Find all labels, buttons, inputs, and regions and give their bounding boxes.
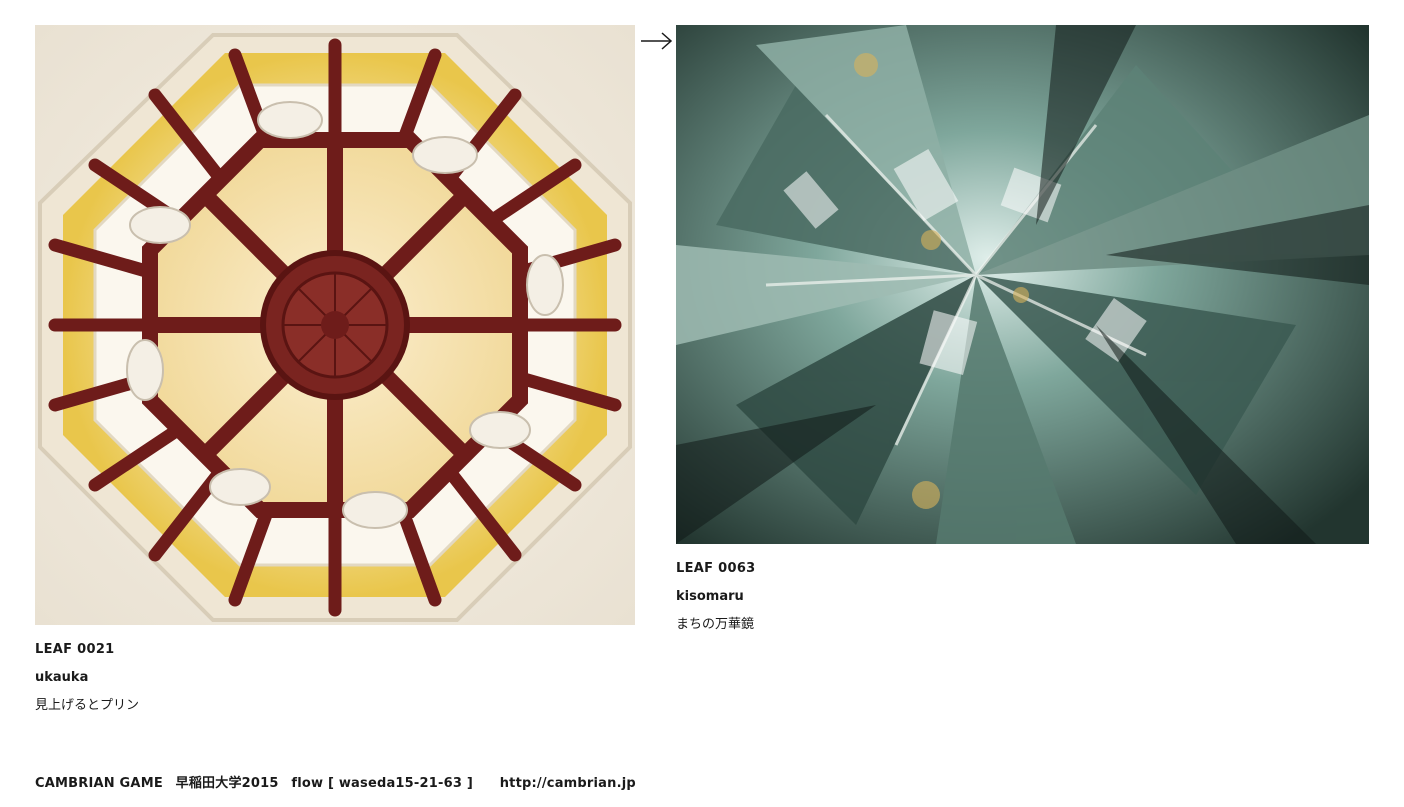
page: LEAF 0021 ukauka 見上げるとプリン LEAF 0063 kiso…: [0, 0, 1404, 807]
footer-url-link[interactable]: http://cambrian.jp: [500, 776, 636, 791]
leaf-card-0021: LEAF 0021 ukauka 見上げるとプリン: [35, 25, 635, 720]
leaf-meta: LEAF 0063 kisomaru まちの万華鏡: [676, 555, 1369, 639]
leaf-author[interactable]: kisomaru: [676, 583, 1369, 611]
leaf-meta: LEAF 0021 ukauka 見上げるとプリン: [35, 636, 635, 720]
footer: CAMBRIAN GAME 早稲田大学2015 flow [ waseda15-…: [35, 772, 636, 791]
kaleidoscope-image: [676, 25, 1369, 544]
leaf-title: 見上げるとプリン: [35, 698, 140, 713]
leaf-photo-kaleidoscope[interactable]: [676, 25, 1369, 544]
footer-flow: flow [ waseda15-21-63 ]: [291, 776, 473, 791]
leaf-card-0063: LEAF 0063 kisomaru まちの万華鏡: [676, 25, 1369, 639]
leaf-id[interactable]: LEAF 0063: [676, 555, 1369, 583]
footer-brand[interactable]: CAMBRIAN GAME: [35, 776, 163, 791]
leaf-photo-dome[interactable]: [35, 25, 635, 625]
footer-school: 早稲田大学2015: [175, 776, 279, 791]
leaf-id[interactable]: LEAF 0021: [35, 636, 635, 664]
right-arrow-icon[interactable]: [640, 28, 674, 54]
leaf-author[interactable]: ukauka: [35, 664, 635, 692]
leaf-title: まちの万華鏡: [676, 617, 755, 632]
dome-image: [35, 25, 635, 625]
